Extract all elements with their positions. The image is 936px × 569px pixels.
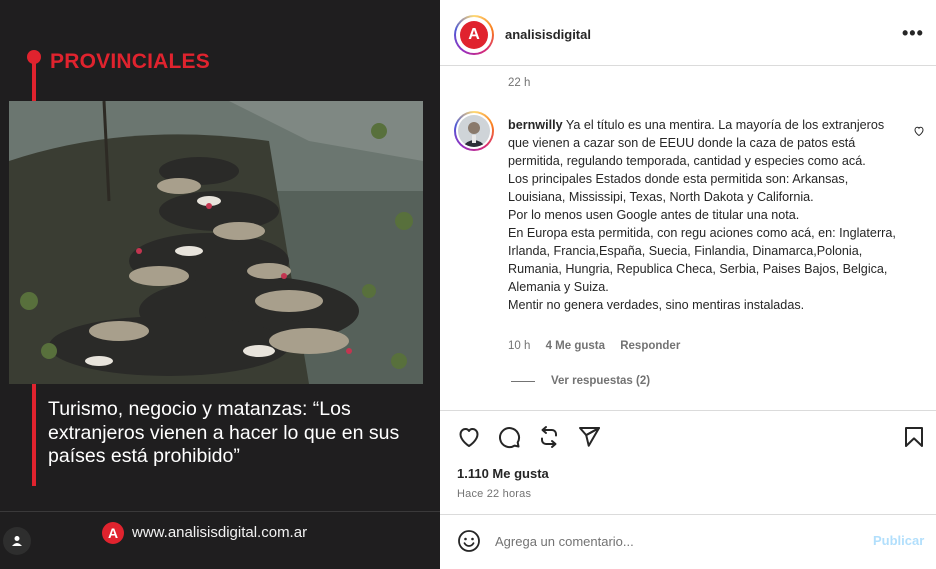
previous-comment-time: 22 h xyxy=(508,77,531,89)
brand-logo-icon: A xyxy=(102,522,124,544)
news-photo xyxy=(9,101,423,384)
ducks-photo-illustration xyxy=(9,101,423,384)
comment-time: 10 h xyxy=(508,340,531,352)
paper-plane-icon xyxy=(579,427,600,447)
user-icon xyxy=(12,536,22,546)
repost-button[interactable] xyxy=(537,425,561,449)
brand-logo-icon: A xyxy=(460,21,488,49)
author-avatar[interactable]: A xyxy=(454,15,494,55)
heart-icon xyxy=(459,428,479,447)
brand-url: www.analisisdigital.com.ar xyxy=(132,524,308,541)
view-replies-button[interactable]: Ver respuestas (2) xyxy=(551,375,650,387)
post-timestamp: Hace 22 horas xyxy=(457,488,532,500)
repost-icon xyxy=(541,426,557,448)
divider xyxy=(440,514,936,515)
post-likes-count[interactable]: 1.110 Me gusta xyxy=(457,466,549,481)
post-headline: Turismo, negocio y matanzas: “Los extran… xyxy=(48,398,400,467)
divider xyxy=(440,410,936,411)
more-options-button[interactable]: ••• xyxy=(902,23,924,44)
comment-input[interactable] xyxy=(495,530,855,552)
comment-meta: 10 h 4 Me gusta Responder xyxy=(508,340,692,352)
speech-bubble-icon xyxy=(499,427,521,449)
commenter-username[interactable]: bernwilly xyxy=(508,118,563,132)
publish-button[interactable]: Publicar xyxy=(873,533,924,548)
accent-line-bottom xyxy=(32,384,36,486)
person-photo-icon xyxy=(458,115,490,147)
post-header: A analisisdigital ••• xyxy=(440,5,936,66)
smiley-icon xyxy=(458,530,480,552)
reply-button[interactable]: Responder xyxy=(620,340,680,352)
divider xyxy=(0,511,440,512)
comment-likes[interactable]: 4 Me gusta xyxy=(546,340,605,352)
heart-icon xyxy=(914,126,924,137)
like-comment-button[interactable] xyxy=(913,124,925,142)
post-image: PROVINCIALES Turismo, negocio y matanzas… xyxy=(0,0,440,569)
replies-divider xyxy=(511,381,535,382)
save-button[interactable] xyxy=(902,425,926,449)
emoji-button[interactable] xyxy=(457,529,481,558)
accent-line-top xyxy=(32,56,36,102)
comment-body: bernwilly Ya el título es una mentira. L… xyxy=(508,116,908,314)
post-detail-panel: A analisisdigital ••• 22 h bernwilly Ya … xyxy=(440,0,936,569)
profile-button[interactable] xyxy=(3,527,31,555)
bookmark-icon xyxy=(905,427,923,447)
comment-text: Ya el título es una mentira. La mayoría … xyxy=(508,118,896,312)
like-button[interactable] xyxy=(457,425,481,449)
comment-button[interactable] xyxy=(497,425,521,449)
commenter-avatar[interactable] xyxy=(454,111,494,151)
share-button[interactable] xyxy=(577,425,601,449)
section-label: PROVINCIALES xyxy=(50,50,210,73)
author-username[interactable]: analisisdigital xyxy=(505,27,591,42)
